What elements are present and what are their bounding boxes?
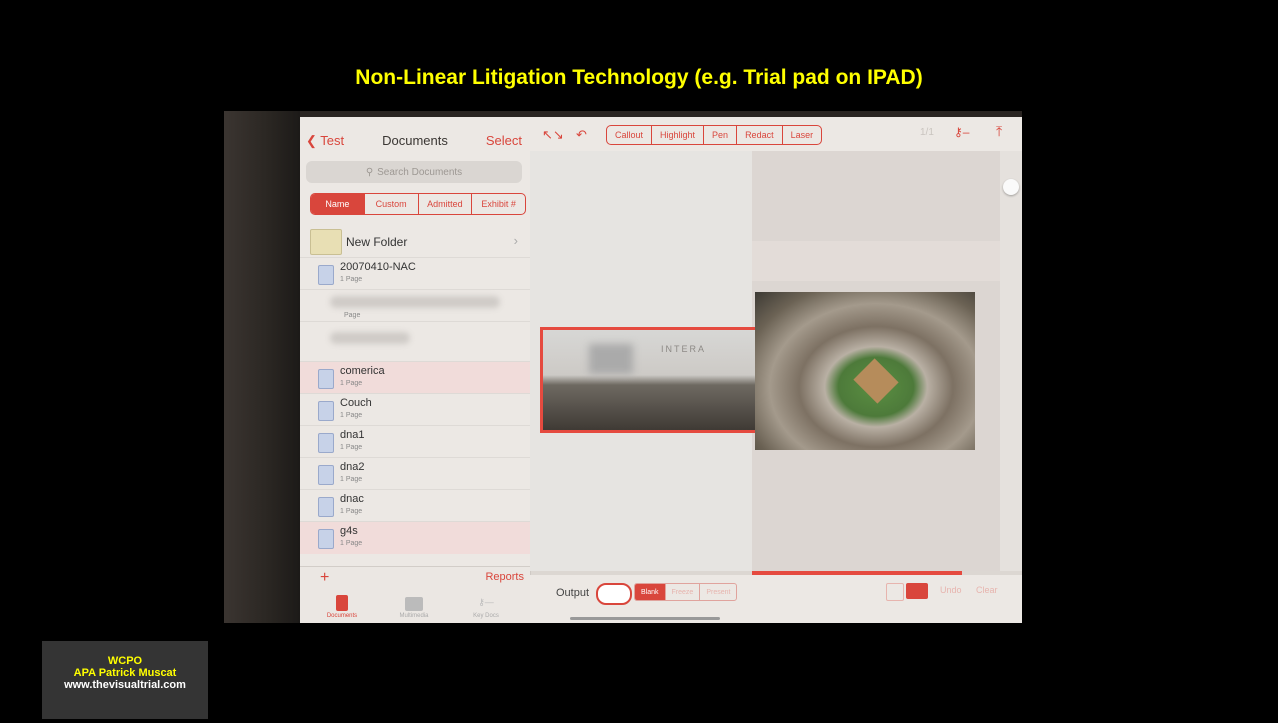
- document-name: Couch: [340, 397, 372, 409]
- mode-present[interactable]: Present: [700, 584, 736, 600]
- folder-row[interactable]: New Folder ›: [300, 227, 530, 257]
- document-icon: [318, 497, 334, 517]
- document-pages: 1 Page: [340, 444, 363, 451]
- document-icon: [318, 369, 334, 389]
- sort-tab-admitted[interactable]: Admitted: [419, 194, 473, 214]
- search-icon: ⚲: [365, 166, 374, 178]
- search-placeholder: Search Documents: [377, 166, 463, 178]
- document-icon: [318, 401, 334, 421]
- callout-image[interactable]: INTERA: [540, 327, 758, 433]
- tool-redact[interactable]: Redact: [737, 126, 783, 144]
- slide-title: Non-Linear Litigation Technology (e.g. T…: [355, 66, 923, 89]
- tab-key-docs-label: Key Docs: [473, 613, 499, 619]
- stadium-aerial-image[interactable]: [755, 292, 975, 450]
- document-row[interactable]: Couch 1 Page: [300, 393, 530, 426]
- credit-box: WCPO APA Patrick Muscat www.thevisualtri…: [42, 641, 208, 719]
- document-row-blurred[interactable]: Page: [300, 289, 530, 322]
- clear-button[interactable]: Clear: [976, 585, 998, 595]
- single-page-icon[interactable]: [886, 583, 904, 601]
- document-name: comerica: [340, 365, 385, 377]
- tool-segmented-control: Callout Highlight Pen Redact Laser: [606, 125, 823, 145]
- sort-tab-name[interactable]: Name: [311, 194, 365, 214]
- zoom-slider-track[interactable]: [1000, 151, 1022, 571]
- annotation-toolbar: ↖↘ ↶ Callout Highlight Pen Redact Laser …: [530, 117, 1022, 151]
- add-button[interactable]: +: [320, 569, 329, 587]
- folder-label: New Folder: [346, 235, 408, 249]
- document-row[interactable]: g4s 1 Page: [300, 521, 530, 554]
- output-toggle[interactable]: [596, 583, 632, 605]
- tool-callout[interactable]: Callout: [607, 126, 653, 144]
- select-button[interactable]: Select: [486, 133, 522, 148]
- document-icon: [318, 433, 334, 453]
- sort-segmented-control: Name Custom Admitted Exhibit #: [310, 193, 526, 215]
- pane-band: [752, 241, 1002, 281]
- document-row[interactable]: comerica 1 Page: [300, 361, 530, 394]
- search-documents-input[interactable]: ⚲ Search Documents: [306, 161, 522, 183]
- output-label: Output: [556, 587, 590, 599]
- document-name: dna2: [340, 461, 365, 473]
- blurred-text: [330, 296, 500, 308]
- mode-freeze[interactable]: Freeze: [666, 584, 701, 600]
- reports-button[interactable]: Reports: [485, 571, 524, 583]
- document-icon: [318, 465, 334, 485]
- document-icon: [318, 529, 334, 549]
- tab-documents-label: Documents: [326, 613, 358, 619]
- output-bar: Output Blank Freeze Present Undo Clear: [530, 575, 1022, 623]
- ipad-bezel: [224, 111, 300, 623]
- sidebar-footer: + Reports Documents Multimedia ⚷— Key Do…: [300, 566, 530, 623]
- expand-icon[interactable]: ↖↘: [542, 127, 564, 143]
- document-row[interactable]: dna1 1 Page: [300, 425, 530, 458]
- document-icon: [318, 265, 334, 285]
- ipad-photo: ❮ Test Documents Select ⚲ Search Documen…: [224, 111, 1022, 623]
- sort-tab-custom[interactable]: Custom: [365, 194, 419, 214]
- tab-key-docs[interactable]: ⚷— Key Docs: [456, 597, 516, 619]
- monitor-icon: [405, 597, 423, 611]
- document-row[interactable]: 20070410-NAC 1 Page: [300, 257, 530, 290]
- zoom-slider-knob[interactable]: [1003, 179, 1019, 195]
- credit-line-1: WCPO: [107, 655, 143, 667]
- redacted-area: [589, 344, 633, 374]
- callout-engraving: INTERA: [661, 344, 707, 354]
- tool-laser[interactable]: Laser: [783, 126, 822, 144]
- document-row[interactable]: dnac 1 Page: [300, 489, 530, 522]
- key-icon: ⚷—: [478, 597, 494, 607]
- document-pages: Page: [344, 312, 361, 319]
- document-pages: 1 Page: [340, 540, 363, 547]
- infield: [853, 358, 899, 404]
- share-icon[interactable]: ⤒: [996, 123, 1002, 140]
- document-name: dnac: [340, 493, 364, 505]
- document-name: 20070410-NAC: [340, 261, 416, 273]
- tab-multimedia[interactable]: Multimedia: [384, 597, 444, 619]
- page-indicator: 1/1: [920, 127, 934, 138]
- home-indicator: [570, 617, 720, 620]
- credit-line-2: APA Patrick Muscat: [73, 667, 177, 679]
- ipad-screen: ❮ Test Documents Select ⚲ Search Documen…: [300, 117, 1022, 623]
- credit-line-3: www.thevisualtrial.com: [64, 679, 186, 691]
- document-pages: 1 Page: [340, 276, 363, 283]
- document-pages: 1 Page: [340, 476, 363, 483]
- tab-documents[interactable]: Documents: [312, 595, 372, 619]
- key-icon[interactable]: ⚷–: [954, 125, 969, 139]
- mode-blank[interactable]: Blank: [635, 584, 666, 600]
- document-name: g4s: [340, 525, 358, 537]
- undo-button[interactable]: Undo: [940, 585, 962, 595]
- document-icon: [336, 595, 348, 611]
- documents-sidebar: ❮ Test Documents Select ⚲ Search Documen…: [300, 117, 531, 623]
- tab-multimedia-label: Multimedia: [399, 613, 429, 619]
- chevron-right-icon: ›: [513, 233, 518, 248]
- document-pages: 1 Page: [340, 412, 363, 419]
- output-mode-control: Blank Freeze Present: [634, 583, 738, 601]
- side-by-side-icon[interactable]: [906, 583, 928, 599]
- document-pages: 1 Page: [340, 380, 363, 387]
- document-row[interactable]: dna2 1 Page: [300, 457, 530, 490]
- tool-highlight[interactable]: Highlight: [652, 126, 705, 144]
- document-name: dna1: [340, 429, 365, 441]
- blurred-text: [330, 332, 410, 344]
- document-row-blurred[interactable]: [300, 321, 530, 362]
- sort-tab-exhibit[interactable]: Exhibit #: [472, 194, 525, 214]
- folder-icon: [310, 229, 342, 255]
- document-pages: 1 Page: [340, 508, 363, 515]
- tool-pen[interactable]: Pen: [704, 126, 738, 144]
- rotate-icon[interactable]: ↶: [576, 127, 587, 143]
